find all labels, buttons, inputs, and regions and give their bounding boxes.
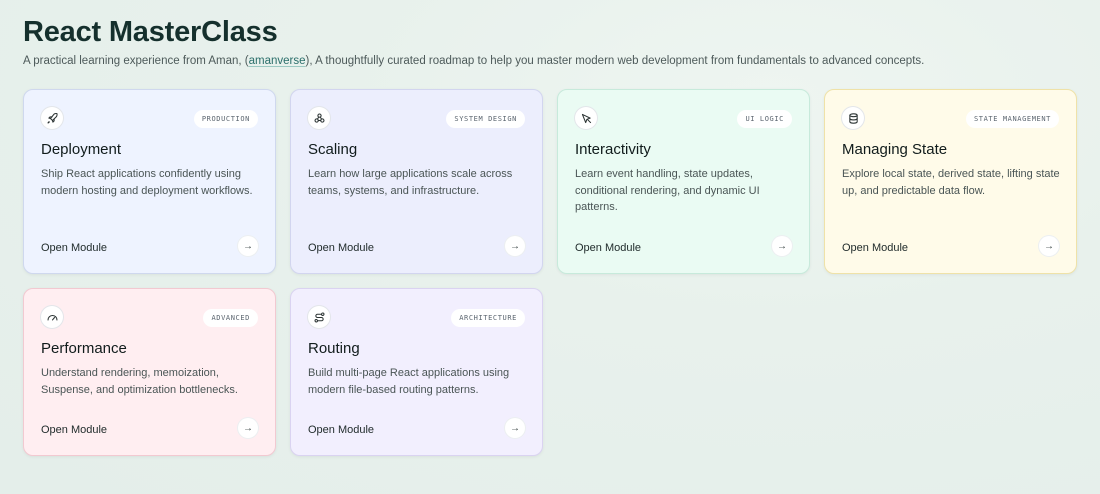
card-title: Interactivity [575,141,651,158]
open-module-link[interactable]: Open Module [41,242,107,254]
module-card-deployment[interactable]: PRODUCTION Deployment Ship React applica… [23,89,276,274]
arrow-right-icon[interactable]: → [238,418,258,438]
open-module-link[interactable]: Open Module [575,242,641,254]
open-module-link[interactable]: Open Module [41,424,107,436]
page-header: React MasterClass A practical learning e… [23,16,924,67]
module-card-scaling[interactable]: SYSTEM DESIGN Scaling Learn how large ap… [290,89,543,274]
card-description: Explore local state, derived state, lift… [842,168,1060,197]
arrow-right-icon[interactable]: → [238,236,258,256]
category-badge: STATE MANAGEMENT [965,110,1059,128]
card-description: Build multi-page React applications usin… [308,367,510,396]
route-icon [308,306,330,328]
category-badge: PRODUCTION [193,110,258,128]
category-badge: SYSTEM DESIGN [446,110,525,128]
card-description: Understand rendering, memoization, Suspe… [41,367,238,396]
cursor-icon [575,107,597,129]
arrow-right-icon[interactable]: → [505,418,525,438]
card-title: Scaling [308,141,358,158]
module-card-managing-state[interactable]: STATE MANAGEMENT Managing State Explore … [824,89,1077,274]
module-card-interactivity[interactable]: UI LOGIC Interactivity Learn event handl… [557,89,810,274]
subtitle-text-end: ), A thoughtfully curated roadmap to hel… [305,55,925,67]
card-title: Routing [308,340,360,357]
module-card-routing[interactable]: ARCHITECTURE Routing Build multi-page Re… [290,288,543,456]
scaling-icon [308,107,330,129]
card-title: Deployment [41,141,122,158]
open-module-link[interactable]: Open Module [842,242,908,254]
open-module-link[interactable]: Open Module [308,242,374,254]
rocket-icon [41,107,63,129]
page-title: React MasterClass [23,16,278,48]
card-description: Learn how large applications scale acros… [308,168,513,197]
author-link[interactable]: amanverse [249,55,306,67]
card-title: Performance [41,340,127,357]
category-badge: UI LOGIC [737,110,792,128]
card-title: Managing State [842,141,948,158]
category-badge: ARCHITECTURE [451,309,525,327]
category-badge: ADVANCED [203,309,258,327]
gauge-icon [41,306,63,328]
open-module-link[interactable]: Open Module [308,424,374,436]
database-icon [842,107,864,129]
arrow-right-icon[interactable]: → [772,236,792,256]
module-card-performance[interactable]: ADVANCED Performance Understand renderin… [23,288,276,456]
card-description: Ship React applications confidently usin… [41,168,253,197]
page-subtitle: A practical learning experience from Ama… [23,55,924,67]
subtitle-text-start: A practical learning experience from Ama… [23,55,249,67]
arrow-right-icon[interactable]: → [505,236,525,256]
arrow-right-icon[interactable]: → [1039,236,1059,256]
card-description: Learn event handling, state updates, con… [575,168,760,213]
